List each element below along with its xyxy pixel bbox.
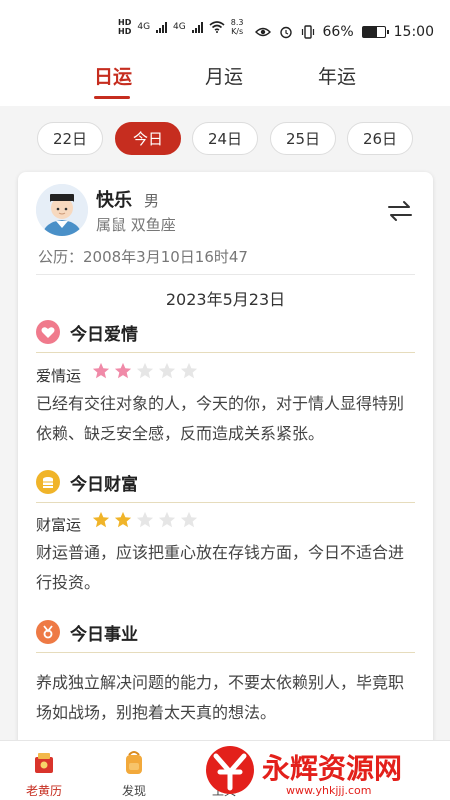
nav-discover[interactable]: 发现	[104, 747, 164, 799]
signal-icon	[156, 21, 168, 33]
watermark-url: www.yhkjjj.com	[286, 784, 372, 797]
birth-date: 公历：2008年3月10日16时47	[38, 248, 248, 266]
wealth-section-title: 今日财富	[70, 475, 138, 495]
career-section-title: 今日事业	[70, 625, 138, 645]
tab-active-indicator	[94, 96, 130, 99]
tab-monthly[interactable]: 月运	[205, 62, 243, 89]
profile-zodiac: 属鼠 双鱼座	[96, 216, 176, 234]
almanac-icon	[35, 753, 53, 773]
clock: 15:00	[393, 24, 434, 40]
network-type-1: 4G	[137, 22, 151, 32]
watermark-brand: 永辉资源网	[262, 752, 402, 785]
medal-icon	[36, 620, 60, 644]
day-selector: 22日 今日 24日 25日 26日	[0, 122, 450, 156]
battery-icon	[361, 26, 389, 38]
fortune-card: 快乐 男 属鼠 双鱼座 公历：2008年3月10日16时47 2023年5月23…	[18, 172, 433, 772]
love-section-title: 今日爱情	[70, 325, 138, 345]
star-icon	[114, 511, 132, 528]
fortune-tabs: 日运 月运 年运	[0, 60, 450, 106]
star-icon	[92, 362, 110, 379]
star-icon	[92, 511, 110, 528]
signal-icon-2	[191, 21, 203, 33]
love-text: 已经有交往对象的人，今天的你，对于情人显得特别依赖、缺乏安全感，反而造成关系紧张…	[36, 394, 405, 443]
day-chip-24[interactable]: 24日	[192, 122, 258, 155]
profile-name: 快乐	[96, 190, 132, 211]
star-icon	[180, 511, 198, 528]
nav-almanac-label: 老黄历	[25, 784, 62, 798]
love-divider	[36, 352, 415, 353]
speed-value: 8.3	[230, 18, 244, 27]
hd-bottom-label: HD	[118, 27, 132, 36]
nav-almanac[interactable]: 老黄历	[14, 747, 74, 799]
day-chip-26[interactable]: 26日	[347, 122, 413, 155]
day-chip-today[interactable]: 今日	[115, 122, 181, 155]
love-rating	[92, 362, 198, 380]
star-icon	[136, 362, 154, 379]
status-left: HD HD 4G 4G 8.3 K/s	[118, 18, 243, 36]
heart-icon	[36, 320, 60, 344]
wealth-divider	[36, 502, 415, 503]
vibrate-icon	[301, 25, 314, 39]
network-speed: 8.3 K/s	[231, 18, 244, 36]
star-icon	[180, 362, 198, 379]
career-text: 养成独立解决问题的能力，不要太依赖别人，毕竟职场如战场，别抱着太天真的想法。	[36, 673, 405, 722]
avatar-image	[36, 184, 88, 236]
day-chip-22[interactable]: 22日	[37, 122, 103, 155]
switch-profile-icon[interactable]	[387, 198, 413, 224]
tab-daily[interactable]: 日运	[94, 62, 132, 89]
hd-top-label: HD	[118, 18, 132, 27]
star-icon	[136, 511, 154, 528]
backpack-icon	[126, 751, 142, 774]
network-type-2: 4G	[173, 22, 186, 32]
wealth-rating	[92, 511, 198, 529]
alarm-icon	[279, 26, 292, 39]
star-icon	[158, 362, 176, 379]
speed-unit: K/s	[231, 27, 244, 36]
watermark-logo: 永辉资源网 www.yhkjjj.com	[206, 746, 402, 797]
wealth-text: 财运普通，应该把重心放在存钱方面，今日不适合进行投资。	[36, 543, 405, 592]
star-icon	[114, 362, 132, 379]
love-fortune-label: 爱情运	[36, 367, 82, 385]
star-icon	[158, 511, 176, 528]
wealth-fortune-label: 财富运	[36, 516, 82, 534]
avatar[interactable]	[36, 184, 88, 236]
fortune-date: 2023年5月23日	[165, 290, 286, 309]
profile-gender: 男	[144, 192, 160, 210]
eye-icon	[254, 27, 271, 37]
divider	[36, 274, 415, 275]
coin-icon	[36, 470, 60, 494]
hd-indicator: HD HD	[118, 18, 131, 36]
status-bar: HD HD 4G 4G 8.3 K/s 66% 15:00	[0, 0, 450, 60]
career-divider	[36, 652, 415, 653]
nav-discover-label: 发现	[121, 784, 146, 798]
status-right: 66% 15:00	[254, 24, 434, 40]
tab-yearly[interactable]: 年运	[318, 62, 356, 89]
wifi-icon	[209, 21, 225, 33]
battery-percent: 66%	[322, 24, 354, 40]
day-chip-25[interactable]: 25日	[270, 122, 336, 155]
